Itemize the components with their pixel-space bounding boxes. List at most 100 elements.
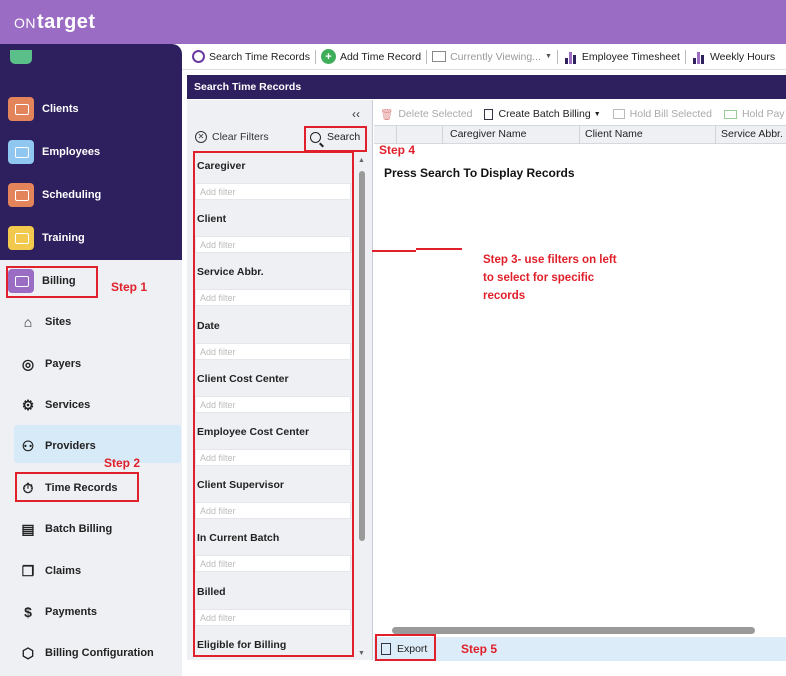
button-label: Weekly Hours <box>709 50 776 63</box>
sidebar-item-partial[interactable] <box>8 50 178 70</box>
claims-icon: ❐ <box>21 562 35 579</box>
empty-grid-message: Press Search To Display Records <box>384 166 575 180</box>
wrench-icon: ⚙ <box>21 396 35 413</box>
batch-icon: ▤ <box>21 520 35 537</box>
sidebar-item-label: Services <box>45 399 91 411</box>
monitor-icon <box>432 51 447 62</box>
scrollbar-thumb[interactable] <box>359 171 365 541</box>
scroll-down-icon[interactable]: ▼ <box>358 650 365 657</box>
employee-timesheet-button[interactable]: Employee Timesheet <box>558 49 685 64</box>
step3-highlight-box <box>193 151 354 657</box>
sidebar-item-training[interactable]: Training <box>8 221 178 255</box>
sidebar-item-label: Employees <box>42 146 101 158</box>
chevron-down-icon: ▼ <box>593 110 601 118</box>
filter-scrollbar[interactable]: ▲ ▼ <box>357 157 367 657</box>
step1-highlight-box <box>6 266 98 298</box>
sidebar-item-clients[interactable]: Clients <box>8 92 178 126</box>
column-divider <box>715 126 716 144</box>
column-divider <box>442 126 443 144</box>
config-icon: ⬡ <box>21 644 35 661</box>
button-label: Hold Pay <box>741 108 785 120</box>
step5-label: Step 5 <box>461 642 498 656</box>
logo-prefix: ON <box>14 15 36 31</box>
folder-icon <box>8 226 34 250</box>
building-icon: ⌂ <box>23 314 33 330</box>
sidebar-item-label: Claims <box>45 565 82 577</box>
plus-icon: + <box>320 49 336 64</box>
button-label: Search Time Records <box>209 50 310 63</box>
sidebar-item-payers[interactable]: ◎ Payers <box>18 350 178 378</box>
collapse-panel-icon[interactable]: ‹‹ <box>352 107 360 121</box>
currently-viewing-dropdown[interactable]: Currently Viewing... ▼ <box>427 51 557 63</box>
sidebar-item-batch-billing[interactable]: ▤ Batch Billing <box>18 515 178 543</box>
button-label: Currently Viewing... <box>450 50 541 63</box>
sidebar-item-label: Payers <box>45 358 82 370</box>
step2-highlight-box <box>15 472 139 502</box>
step1-label: Step 1 <box>111 280 148 294</box>
grid-horizontal-scrollbar[interactable] <box>392 627 755 634</box>
panel-title: Search Time Records <box>187 75 786 99</box>
money-icon <box>723 109 737 119</box>
sidebar-item-label: Clients <box>42 103 79 115</box>
providers-icon: ⚇ <box>21 437 35 454</box>
column-divider <box>396 126 397 144</box>
app-logo[interactable]: ONtarget <box>14 11 96 34</box>
sidebar-item-providers[interactable]: ⚇ Providers <box>18 432 178 460</box>
sidebar-item-label: Scheduling <box>42 189 102 201</box>
column-header-client-name[interactable]: Client Name <box>585 128 643 140</box>
sidebar-item-label: Batch Billing <box>45 523 113 535</box>
bar-chart-icon <box>691 49 706 64</box>
search-time-records-button[interactable]: Search Time Records <box>187 50 315 63</box>
button-label: Employee Timesheet <box>581 50 680 63</box>
sidebar-item-payments[interactable]: $ Payments <box>18 598 178 626</box>
clear-icon: ✕ <box>195 131 207 143</box>
hold-bill-selected-button[interactable]: Hold Bill Selected <box>607 108 718 120</box>
bar-chart-icon <box>563 49 578 64</box>
payment-icon: $ <box>24 604 32 620</box>
folder-icon <box>8 97 34 121</box>
sidebar-item-claims[interactable]: ❐ Claims <box>18 557 178 585</box>
sidebar-item-sites[interactable]: ⌂ Sites <box>18 308 178 336</box>
delete-selected-button[interactable]: 🗑 Delete Selected <box>374 108 478 121</box>
chevron-down-icon: ▼ <box>544 53 552 60</box>
add-time-record-button[interactable]: + Add Time Record <box>316 49 426 64</box>
step3-pointer-line <box>372 250 416 252</box>
sidebar-item-services[interactable]: ⚙ Services <box>18 391 178 419</box>
sidebar-item-label: Sites <box>45 316 72 328</box>
step3-pointer-line <box>416 248 462 250</box>
step2-label: Step 2 <box>104 456 141 470</box>
step4-highlight-box <box>304 126 367 152</box>
button-label: Clear Filters <box>212 131 269 143</box>
sidebar-item-label: Billing Configuration <box>45 647 154 659</box>
calendar-icon <box>8 183 34 207</box>
column-divider <box>579 126 580 144</box>
sidebar-item-label: Training <box>42 232 85 244</box>
clear-filters-button[interactable]: ✕ Clear Filters <box>195 131 269 143</box>
weekly-hours-button[interactable]: Weekly Hours <box>686 49 780 64</box>
step4-label: Step 4 <box>379 143 416 157</box>
button-label: Add Time Record <box>339 50 422 63</box>
column-header-caregiver-name[interactable]: Caregiver Name <box>450 128 526 140</box>
logo-main: target <box>37 11 96 33</box>
sidebar-item-billing-configuration[interactable]: ⬡ Billing Configuration <box>18 639 178 667</box>
grid-toolbar: 🗑 Delete Selected Create Batch Billing ▼… <box>374 103 786 125</box>
step5-highlight-box <box>375 634 436 661</box>
scroll-up-icon[interactable]: ▲ <box>358 157 365 164</box>
grid-icon <box>612 109 625 119</box>
folder-icon <box>8 140 34 164</box>
timesheets-icon <box>10 50 32 64</box>
create-batch-billing-dropdown[interactable]: Create Batch Billing ▼ <box>478 108 606 120</box>
top-bar: ONtarget <box>0 0 786 44</box>
sidebar-item-employees[interactable]: Employees <box>8 135 178 169</box>
step3-annotation: Step 3- use filters on left to select fo… <box>483 254 617 302</box>
column-header-service-abbr[interactable]: Service Abbr. <box>721 128 783 140</box>
button-label: Delete Selected <box>398 108 473 120</box>
sidebar-item-scheduling[interactable]: Scheduling <box>8 178 178 212</box>
hold-pay-button[interactable]: Hold Pay <box>718 108 786 120</box>
sidebar-item-label: Payments <box>45 606 97 618</box>
grid-header: Caregiver Name Client Name Service Abbr. <box>374 125 786 144</box>
sidebar-item-label: Providers <box>45 440 96 452</box>
button-label: Create Batch Billing <box>498 108 591 120</box>
document-icon <box>484 108 494 120</box>
search-icon <box>192 50 205 63</box>
